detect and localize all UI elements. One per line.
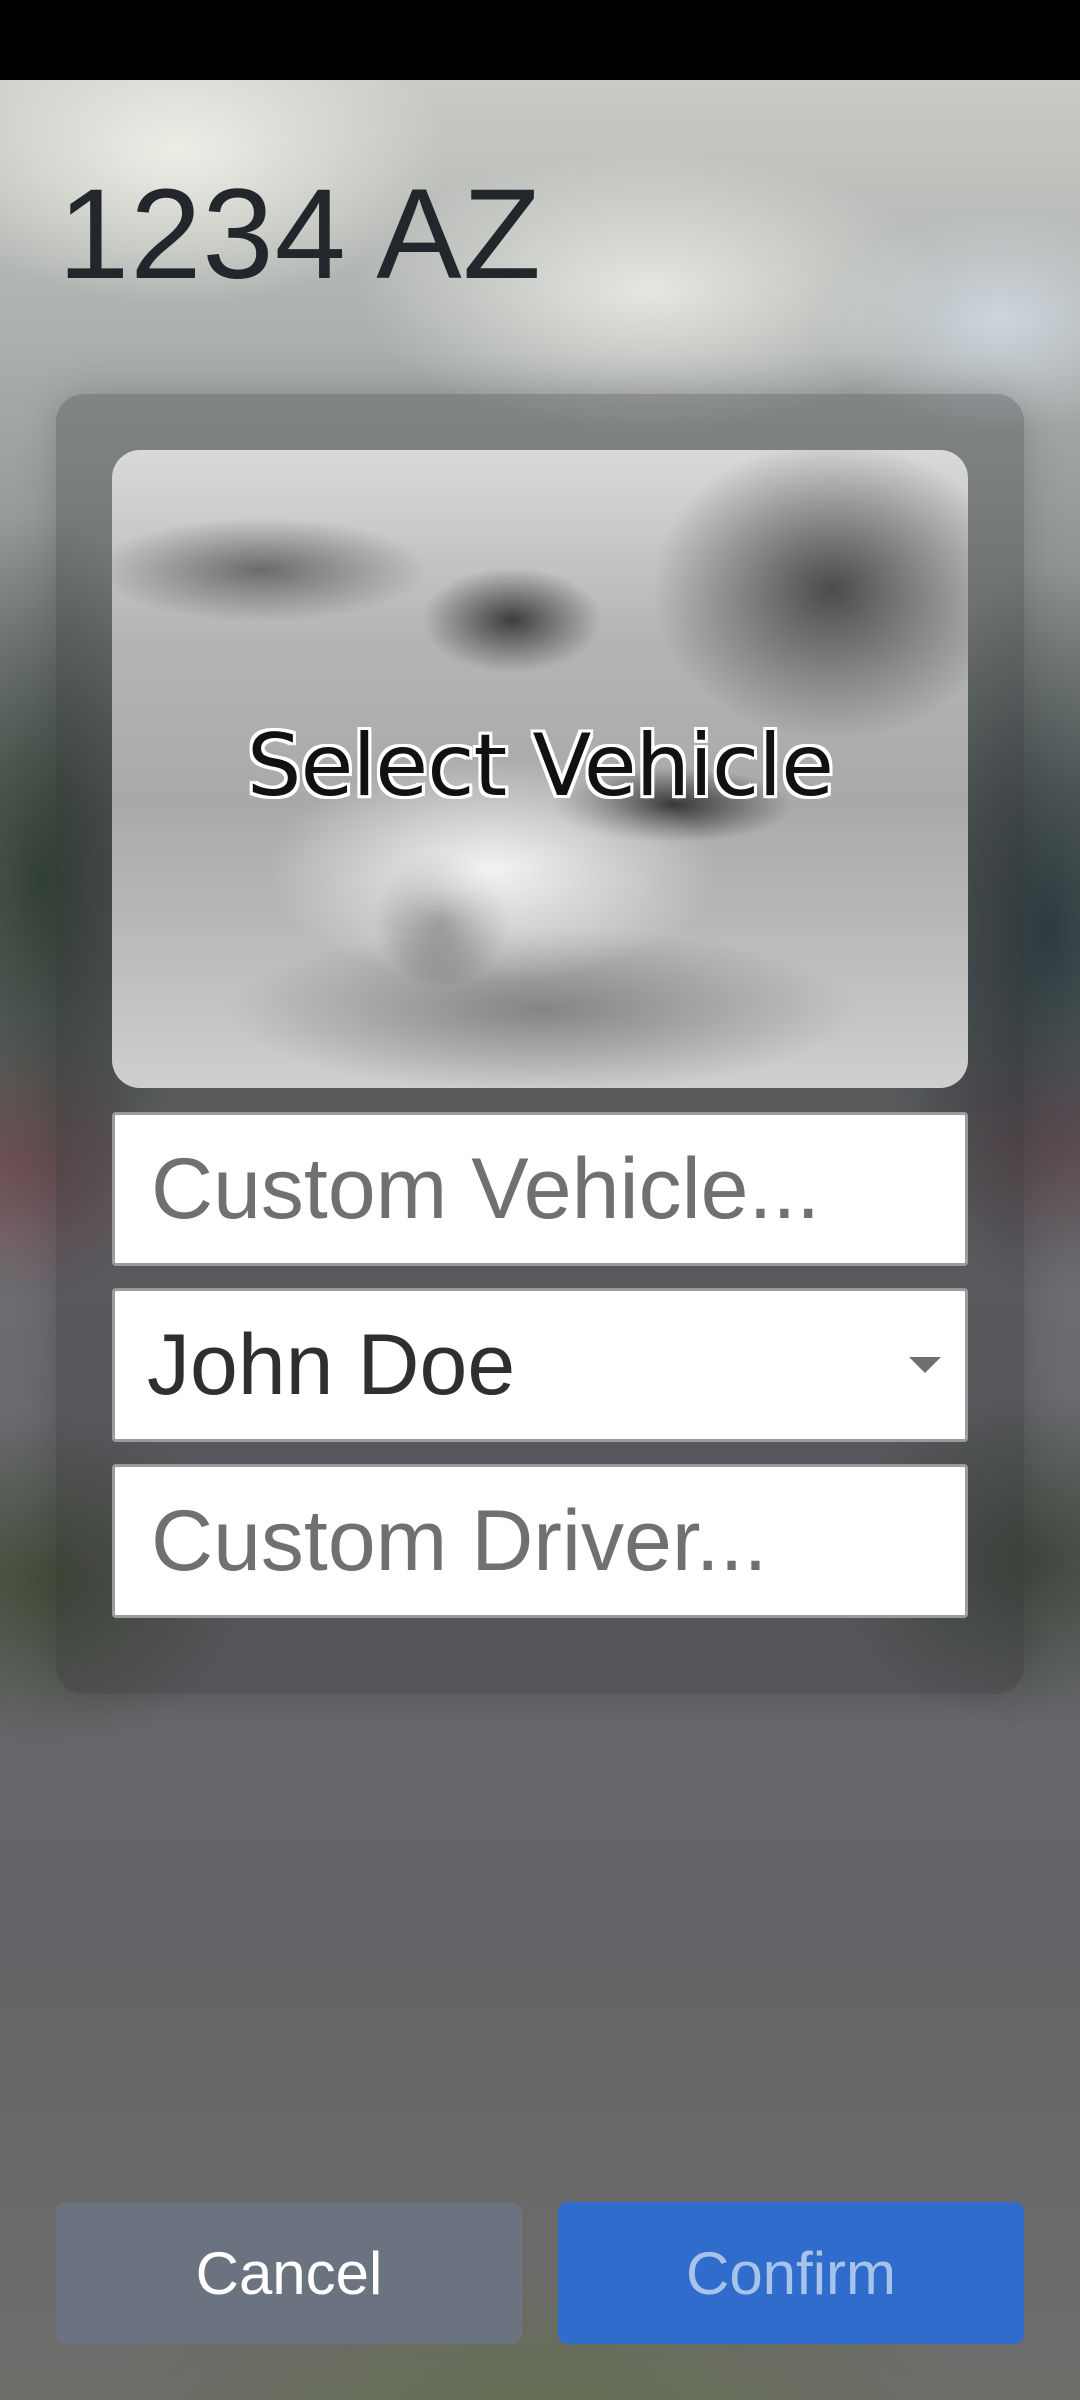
- select-vehicle-tile[interactable]: Select Vehicle: [112, 450, 968, 1088]
- custom-driver-field[interactable]: [112, 1464, 968, 1618]
- chevron-down-icon: [909, 1357, 941, 1373]
- custom-vehicle-input[interactable]: [115, 1115, 965, 1263]
- cancel-button[interactable]: Cancel: [56, 2202, 522, 2344]
- confirm-button[interactable]: Confirm: [558, 2202, 1024, 2344]
- assignment-card: Select Vehicle John Doe: [56, 394, 1024, 1694]
- status-bar: [0, 0, 1080, 80]
- custom-vehicle-field[interactable]: [112, 1112, 968, 1266]
- custom-driver-input[interactable]: [115, 1467, 965, 1615]
- driver-select[interactable]: John Doe: [112, 1288, 968, 1442]
- plate-number-title: 1234 AZ: [58, 163, 542, 306]
- select-vehicle-label: Select Vehicle: [246, 716, 834, 816]
- driver-select-value: John Doe: [147, 1317, 516, 1413]
